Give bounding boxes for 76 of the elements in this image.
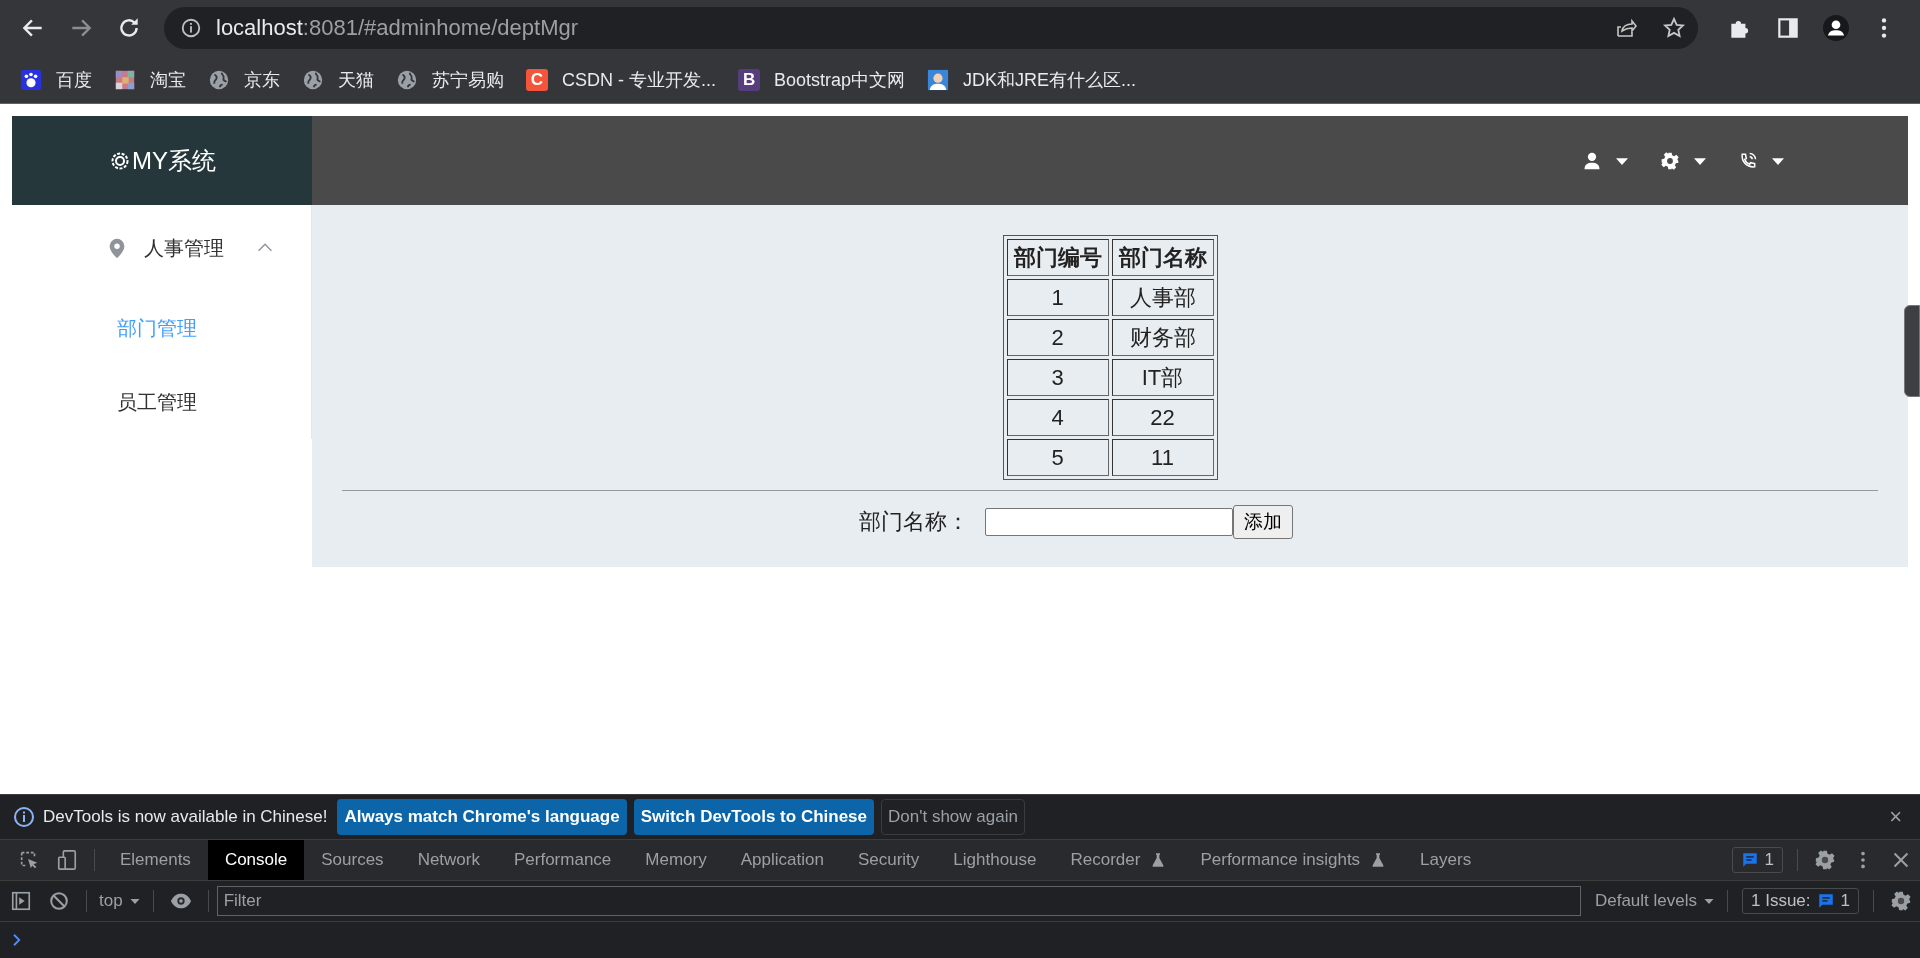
clear-icon[interactable] [48,890,70,912]
app-title: MY系统 [132,145,216,176]
table-cell: 财务部 [1111,319,1214,356]
globe-icon [302,68,324,91]
info-icon[interactable] [180,17,202,39]
context-dropdown[interactable]: top [95,891,145,911]
infobar-button[interactable]: Always match Chrome's language [337,799,627,835]
bookmark[interactable]: B Bootstrap中文网 [738,67,906,92]
address-bar[interactable]: localhost:8081/#adminhome/deptMgr [164,7,1698,49]
info-icon [12,805,36,829]
devtools-tab[interactable]: Layers [1403,840,1489,880]
star-icon[interactable] [1662,16,1686,40]
user-icon[interactable] [1582,150,1602,171]
issues-button[interactable]: 1 Issue: 1 [1742,888,1859,914]
filter-field[interactable]: Filter [216,886,1581,916]
avatar-icon [927,68,950,91]
table-cell: 3 [1006,359,1109,396]
side-widget-icon[interactable] [1904,305,1920,397]
bookmark[interactable]: 苏宁易购 [396,67,504,92]
devtools-tab[interactable]: Application [723,840,841,880]
bookmark[interactable]: 京东 [208,67,280,92]
share-icon[interactable] [1614,16,1638,40]
input-field[interactable] [985,508,1233,536]
menu-item[interactable]: 员工管理 [12,365,311,439]
table-cell: IT部 [1111,359,1214,396]
infobar-button[interactable]: Switch DevTools to Chinese [633,799,874,835]
devtools-tab[interactable]: Recorder [1053,840,1184,880]
devtools-tab[interactable]: Elements [103,840,208,880]
devtools-tab[interactable]: Performance insights [1183,840,1404,880]
infobar-button[interactable]: Don't show again [881,799,1025,835]
phone-icon[interactable] [1738,150,1758,171]
issues-badge[interactable]: 1 [1731,847,1783,873]
table-cell: 1 [1006,279,1109,316]
devtools-tab[interactable]: Security [840,840,937,880]
column-header: 部门名称 [1111,239,1214,276]
menu-group-title[interactable]: 人事管理 [12,205,311,291]
globe-icon [396,68,418,91]
devtools-tab[interactable]: Memory [628,840,724,880]
gear-icon[interactable] [1814,849,1836,871]
bookmark[interactable]: 百度 [20,67,92,92]
bookmark[interactable]: 天猫 [302,67,374,92]
devtools-tab[interactable]: Sources [304,840,401,880]
side-panel-icon[interactable] [1775,15,1801,41]
infobar-message: DevTools is now available in Chinese! [43,807,328,827]
globe-icon [208,68,230,91]
mosaic-icon [114,68,136,91]
table-cell: 2 [1006,319,1109,356]
add-button[interactable]: 添加 [1233,505,1293,539]
table-cell: 4 [1006,399,1109,436]
gear-icon[interactable] [1660,150,1680,171]
levels-dropdown[interactable]: Default levels [1590,891,1719,911]
url-text: localhost:8081/#adminhome/deptMgr [216,15,578,41]
bookmark[interactable]: C CSDN - 专业开发... [526,67,716,92]
table-cell: 人事部 [1111,279,1214,316]
profile-icon[interactable] [1823,15,1849,41]
devtools-tab[interactable]: Lighthouse [936,840,1054,880]
bookmark[interactable]: 淘宝 [114,67,186,92]
devtools-tab[interactable]: Network [400,840,497,880]
message-icon [1740,851,1759,869]
bookmark[interactable]: JDK和JRE有什么区... [927,67,1137,92]
site-logo-icon: B [738,68,760,91]
device-icon[interactable] [56,849,78,871]
column-header: 部门编号 [1006,239,1109,276]
message-icon [1816,892,1835,910]
table-cell: 11 [1111,439,1214,476]
table-cell: 22 [1111,399,1214,436]
site-logo-icon: C [526,68,548,91]
sidebar-toggle-icon[interactable] [10,890,32,912]
inspect-icon[interactable] [18,849,40,871]
paw-icon [20,68,42,91]
gear-icon[interactable] [1890,890,1912,912]
close-button[interactable]: × [1883,804,1908,830]
table-cell: 5 [1006,439,1109,476]
devtools-tab[interactable]: Performance [497,840,629,880]
field-label: 部门名称： [859,508,969,536]
devtools-tab[interactable]: Console [207,840,305,880]
